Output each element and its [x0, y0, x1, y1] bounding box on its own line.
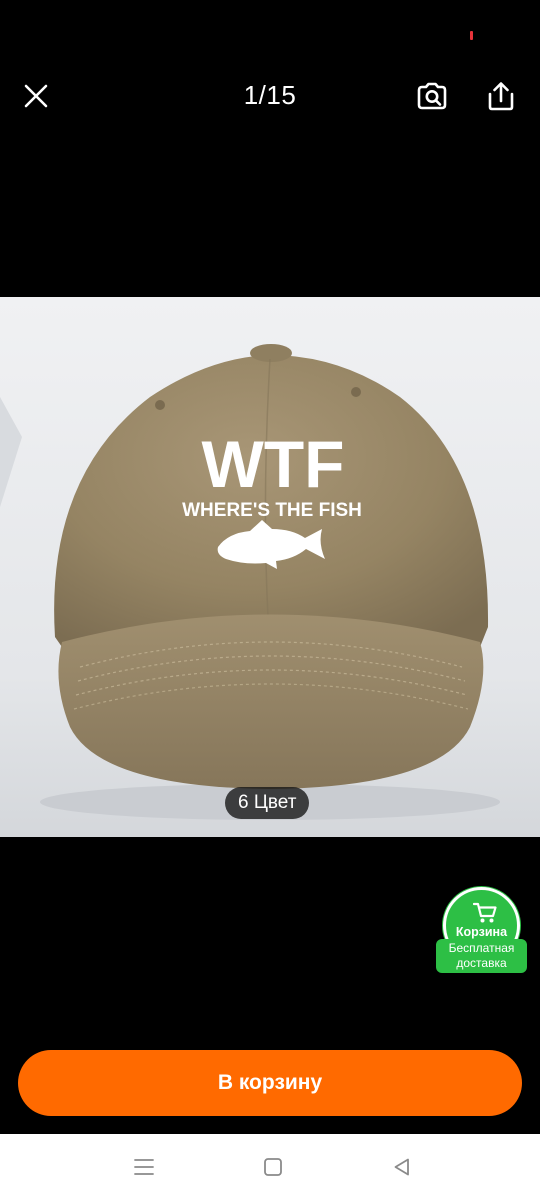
recent-apps-button[interactable]	[129, 1152, 159, 1182]
image-counter: 1/15	[243, 80, 297, 110]
cart-icon	[473, 902, 497, 923]
cart-label: Корзина	[455, 925, 508, 939]
free-delivery-ribbon: Бесплатная доставка	[436, 939, 527, 973]
share-icon	[488, 82, 514, 111]
share-button[interactable]	[477, 72, 525, 120]
product-image[interactable]: WTF WHERE'S THE FISH 6 Цвет	[0, 297, 540, 837]
visual-search-icon	[417, 82, 447, 110]
home-button[interactable]	[258, 1152, 288, 1182]
cap-print-sub: WHERE'S THE FISH	[182, 500, 362, 521]
color-count-pill[interactable]: 6 Цвет	[225, 787, 310, 819]
system-nav-bar	[0, 1134, 540, 1200]
back-icon	[394, 1158, 409, 1176]
visual-search-button[interactable]	[408, 72, 456, 120]
home-icon	[264, 1158, 282, 1176]
viewer-top-bar: 1/15	[0, 0, 540, 160]
cart-badge[interactable]: Корзина Бесплатная доставка	[436, 887, 527, 973]
free-delivery-line1: Бесплатная	[448, 941, 515, 955]
status-indicator	[470, 31, 473, 40]
back-button[interactable]	[387, 1152, 417, 1182]
menu-icon	[134, 1159, 154, 1175]
cap-illustration: WTF WHERE'S THE FISH	[0, 297, 540, 837]
cap-print-main: WTF	[202, 427, 345, 501]
free-delivery-line2: доставка	[456, 956, 507, 970]
add-to-cart-button[interactable]: В корзину	[18, 1050, 522, 1116]
